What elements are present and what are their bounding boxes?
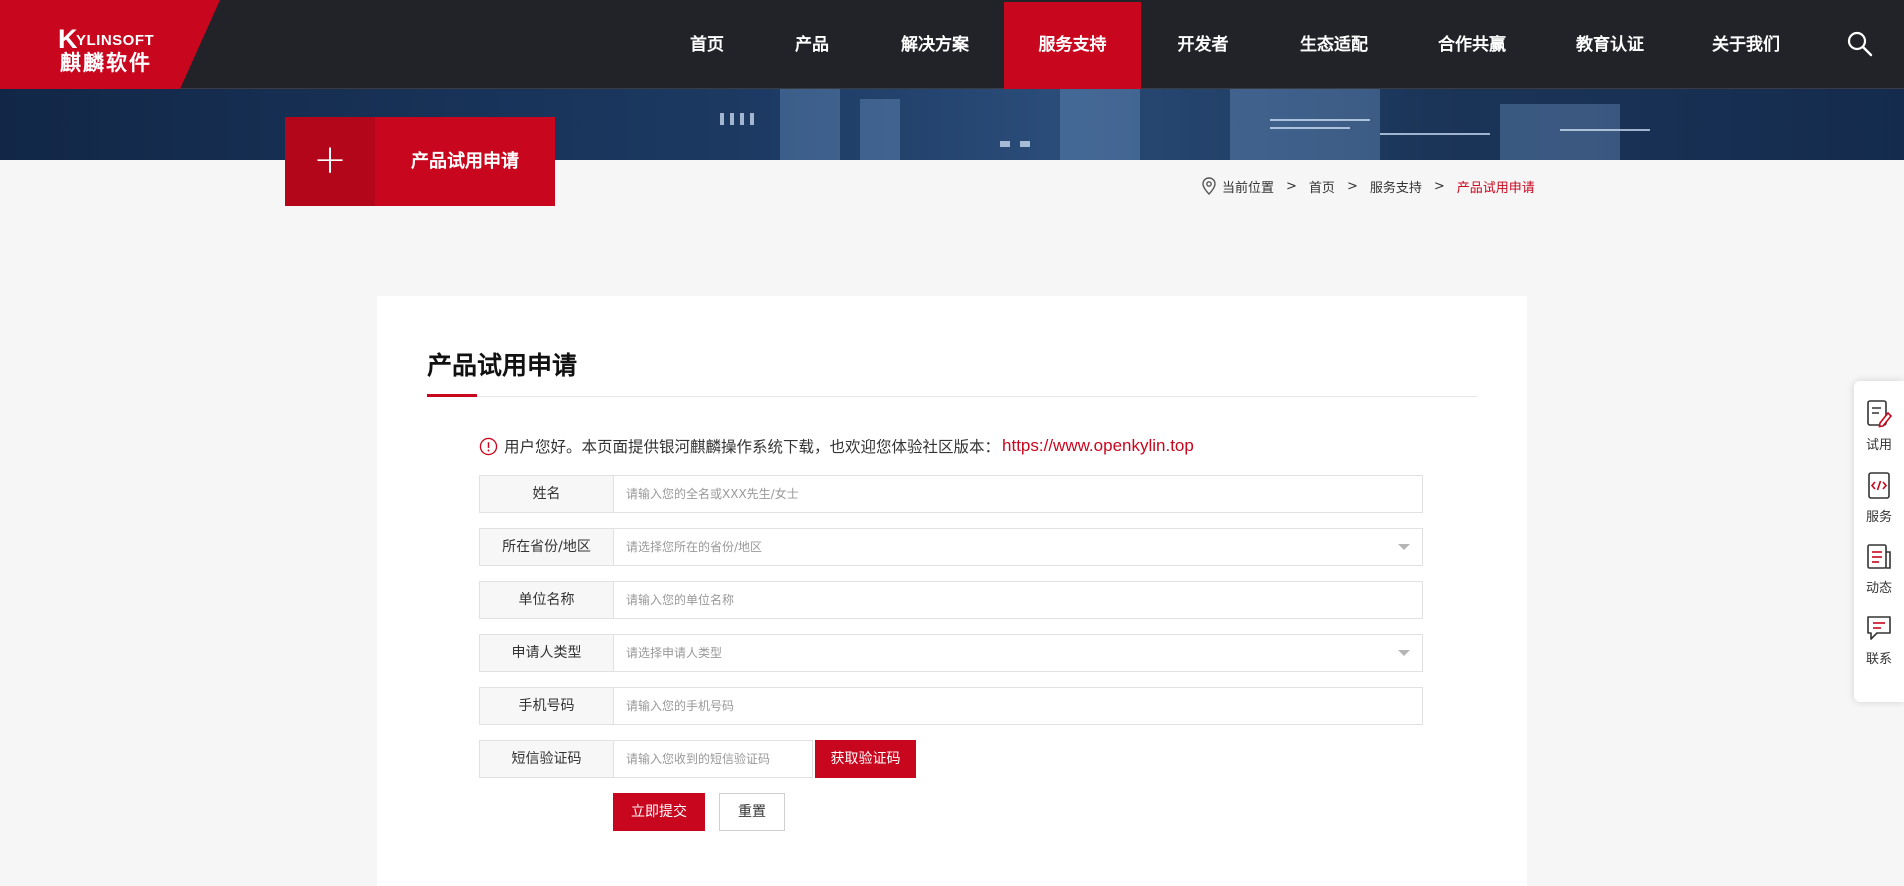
breadcrumb-separator: >	[1433, 178, 1445, 194]
form-row-applicant-type: 申请人类型 请选择申请人类型	[479, 634, 1423, 672]
breadcrumb-home[interactable]: 首页	[1309, 177, 1335, 196]
field-label: 单位名称	[480, 582, 614, 618]
trial-icon	[1867, 400, 1892, 428]
get-code-button[interactable]: 获取验证码	[815, 740, 916, 778]
nav-item-service-support[interactable]: 服务支持	[1004, 2, 1141, 89]
sidebar-label: 联系	[1865, 652, 1892, 667]
nav-item-education[interactable]: 教育认证	[1564, 2, 1656, 89]
section-title: 产品试用申请	[411, 151, 519, 172]
form-row-name: 姓名 请输入您的全名或XXX先生/女士	[479, 475, 1423, 513]
chevron-down-icon[interactable]	[1398, 650, 1410, 656]
title-accent-bar	[427, 394, 477, 397]
phone-input[interactable]: 请输入您的手机号码	[615, 688, 1422, 724]
title-divider	[427, 396, 1477, 397]
page-title: 产品试用申请	[427, 351, 578, 380]
nav-item-products[interactable]: 产品	[776, 2, 848, 89]
nav-item-ecosystem[interactable]: 生态适配	[1290, 2, 1378, 89]
field-label: 所在省份/地区	[480, 529, 614, 565]
service-code-icon	[1868, 472, 1890, 499]
nav-item-developers[interactable]: 开发者	[1166, 2, 1240, 89]
nav-item-partners[interactable]: 合作共赢	[1427, 2, 1517, 89]
breadcrumb-service-support[interactable]: 服务支持	[1370, 177, 1422, 196]
breadcrumb-separator: >	[1346, 178, 1358, 194]
sidebar-label: 动态	[1865, 581, 1892, 596]
side-toolbar: 试用 服务 动态 联系	[1854, 381, 1904, 702]
form-row-province: 所在省份/地区 请选择您所在的省份/地区	[479, 528, 1423, 566]
sidebar-label: 试用	[1865, 438, 1892, 453]
nav-item-solutions[interactable]: 解决方案	[884, 2, 986, 89]
chevron-down-icon[interactable]	[1398, 544, 1410, 550]
nav-item-home[interactable]: 首页	[670, 2, 744, 89]
nav-item-about[interactable]: 关于我们	[1700, 2, 1792, 89]
info-icon	[479, 437, 498, 455]
sidebar-item-service[interactable]: 服务	[1854, 461, 1904, 531]
field-label: 手机号码	[480, 688, 614, 724]
logo[interactable]: KYLINSOFT 麒麟软件	[0, 0, 220, 89]
submit-button[interactable]: 立即提交	[613, 793, 705, 831]
name-input[interactable]: 请输入您的全名或XXX先生/女士	[615, 476, 1422, 512]
form-row-phone: 手机号码 请输入您的手机号码	[479, 687, 1423, 725]
contact-chat-icon	[1867, 616, 1891, 640]
location-pin-icon	[1202, 177, 1216, 195]
breadcrumb-separator: >	[1286, 178, 1297, 194]
breadcrumb: 当前位置 > 首页 > 服务支持 > 产品试用申请	[1201, 175, 1535, 197]
form-row-company: 单位名称 请输入您的单位名称	[479, 581, 1423, 619]
sms-code-input[interactable]: 请输入您收到的短信验证码	[615, 741, 812, 777]
notice: 用户您好。本页面提供银河麒麟操作系统下载，也欢迎您体验社区版本： https:/…	[479, 435, 1194, 457]
field-label: 短信验证码	[480, 741, 614, 777]
company-input[interactable]: 请输入您的单位名称	[615, 582, 1422, 618]
sidebar-item-trial[interactable]: 试用	[1854, 389, 1904, 459]
sidebar-item-contact[interactable]: 联系	[1854, 603, 1904, 673]
breadcrumb-current: 产品试用申请	[1456, 180, 1535, 196]
field-label: 姓名	[480, 476, 614, 512]
logo-text-cn: 麒麟软件	[60, 51, 152, 75]
reset-button[interactable]: 重置	[719, 793, 785, 831]
openkylin-link[interactable]: https://www.openkylin.top	[1002, 436, 1194, 456]
applicant-type-select[interactable]: 请选择申请人类型	[615, 635, 1422, 671]
site-header: KYLINSOFT 麒麟软件 首页 产品 解决方案 服务支持 开发者 生态适配 …	[0, 0, 1904, 89]
notice-text: 用户您好。本页面提供银河麒麟操作系统下载，也欢迎您体验社区版本：	[504, 438, 1001, 456]
sidebar-label: 服务	[1865, 510, 1892, 525]
province-select[interactable]: 请选择您所在的省份/地区	[615, 529, 1422, 565]
plus-icon: +	[313, 137, 347, 183]
breadcrumb-prefix: 当前位置	[1222, 180, 1275, 196]
field-label: 申请人类型	[480, 635, 614, 671]
form-row-sms-code: 短信验证码 请输入您收到的短信验证码	[479, 740, 813, 778]
search-icon[interactable]	[1846, 30, 1874, 58]
sidebar-item-news[interactable]: 动态	[1854, 532, 1904, 602]
news-icon	[1867, 544, 1891, 569]
form-card: 产品试用申请 用户您好。本页面提供银河麒麟操作系统下载，也欢迎您体验社区版本： …	[377, 296, 1527, 886]
section-tab: + 产品试用申请	[285, 117, 555, 206]
